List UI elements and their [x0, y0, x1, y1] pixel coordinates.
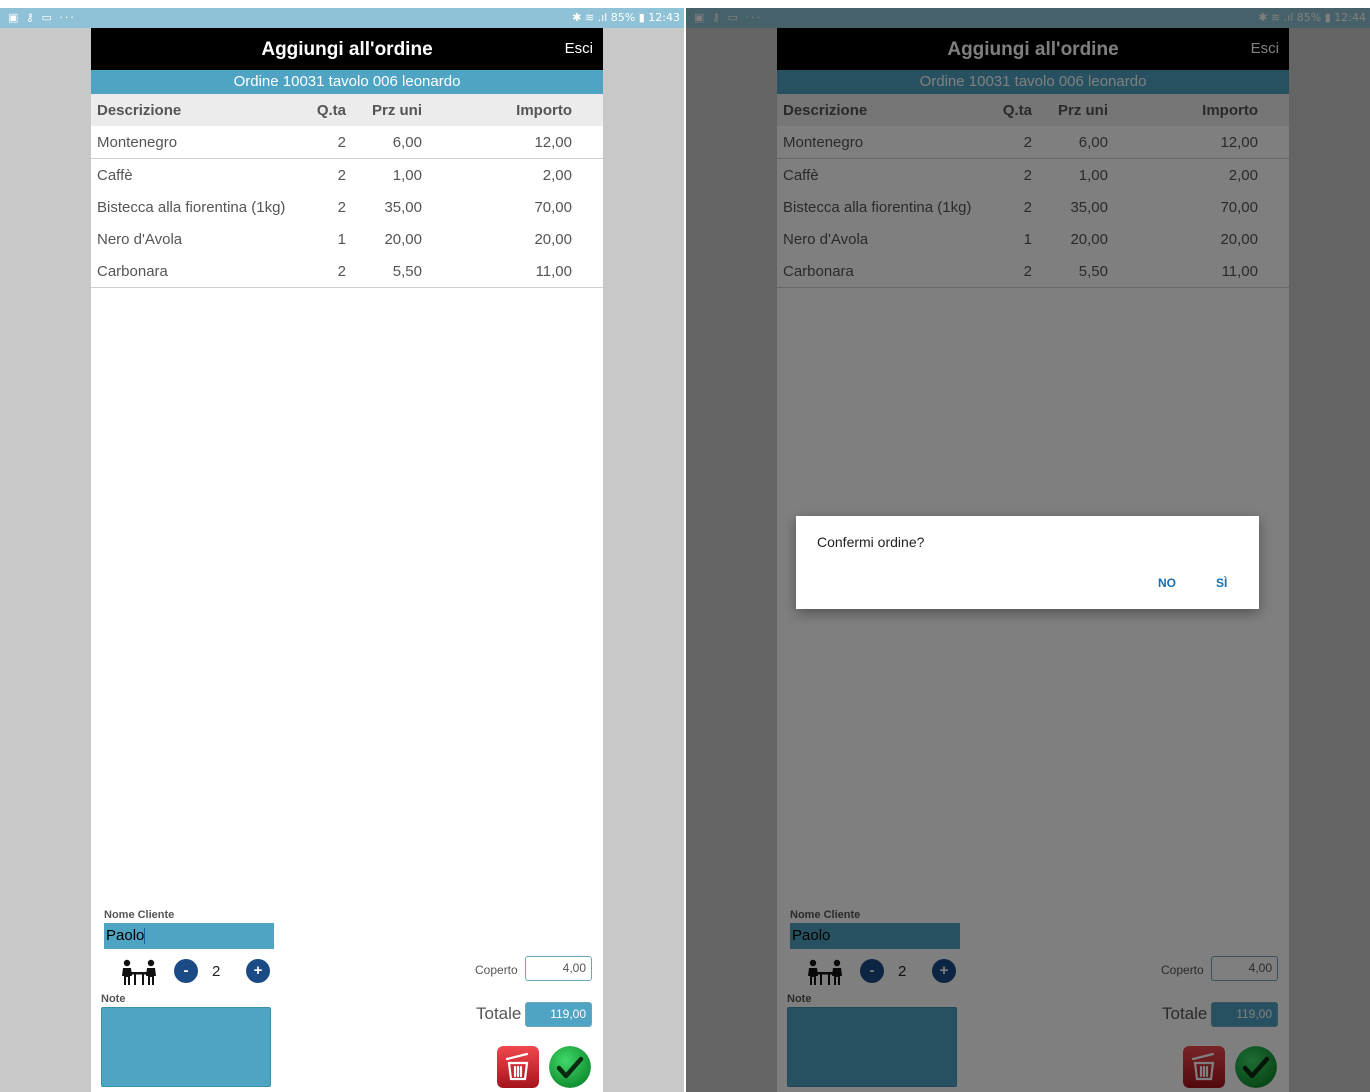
confirm-dialog: Confermi ordine? NO SÌ	[796, 516, 1259, 609]
row-amount: 70,00	[534, 199, 572, 216]
title-bar: Aggiungi all'ordine Esci	[91, 28, 603, 70]
delete-order-button[interactable]	[497, 1046, 539, 1088]
row-amount: 2,00	[542, 167, 572, 184]
table-row[interactable]: Bistecca alla fiorentina (1kg) 2 35,00 7…	[91, 191, 603, 224]
row-description: Nero d'Avola	[97, 231, 183, 248]
row-quantity: 2	[337, 263, 346, 280]
row-unit-price: 5,50	[392, 263, 422, 280]
total-field: 119,00	[525, 1002, 592, 1027]
table-row[interactable]: Nero d'Avola 1 20,00 20,00	[91, 223, 603, 256]
row-amount: 12,00	[534, 134, 572, 151]
screen-order-entry: ▣ ⚷ ▭ ··· ✱ ≋ .ıl 85% ▮ 12:43 Aggiungi a…	[0, 8, 684, 1092]
text-caret	[144, 928, 146, 945]
status-bar: ▣ ⚷ ▭ ··· ✱ ≋ .ıl 85% ▮ 12:43	[0, 8, 684, 28]
note-label: Note	[101, 993, 126, 1005]
diners-at-table-icon	[122, 959, 156, 985]
row-unit-price: 1,00	[392, 167, 422, 184]
status-clock: ✱ ≋ .ıl 85% ▮ 12:43	[572, 11, 680, 24]
total-label: Totale	[476, 1004, 522, 1023]
dialog-no-button[interactable]: NO	[1158, 576, 1176, 590]
col-unit-price: Prz uni	[371, 102, 422, 119]
note-textarea[interactable]	[101, 1007, 271, 1087]
decrease-covers-button[interactable]: -	[174, 959, 198, 983]
row-unit-price: 6,00	[392, 134, 422, 151]
row-description: Montenegro	[97, 134, 178, 151]
row-description: Bistecca alla fiorentina (1kg)	[97, 199, 286, 216]
exit-button[interactable]: Esci	[565, 40, 593, 57]
customer-name-label: Nome Cliente	[104, 909, 175, 921]
dialog-message: Confermi ordine?	[817, 534, 925, 550]
row-quantity: 2	[337, 199, 346, 216]
order-info-bar: Ordine 10031 tavolo 006 leonardo	[91, 70, 603, 94]
table-row[interactable]: Carbonara 2 5,50 11,00	[91, 255, 603, 288]
page-title: Aggiungi all'ordine	[261, 39, 433, 60]
row-description: Caffè	[97, 167, 133, 184]
status-notification-icons: ▣ ⚷ ▭ ···	[8, 11, 76, 24]
cover-charge-input[interactable]: 4,00	[525, 956, 592, 981]
row-unit-price: 20,00	[384, 231, 422, 248]
covers-count: 2	[212, 963, 221, 980]
row-amount: 20,00	[534, 231, 572, 248]
order-panel: Aggiungi all'ordine Esci Ordine 10031 ta…	[91, 28, 603, 1092]
row-amount: 11,00	[535, 263, 572, 280]
screen-confirm-dialog: ▣ ⚷ ▭ ··· ✱ ≋ .ıl 85% ▮ 12:44 Aggiungi a…	[686, 8, 1370, 1092]
row-quantity: 2	[337, 167, 346, 184]
customer-name-value: Paolo	[106, 927, 145, 944]
increase-covers-button[interactable]: +	[246, 959, 270, 983]
col-amount: Importo	[516, 102, 572, 119]
row-description: Carbonara	[97, 263, 168, 280]
row-quantity: 2	[337, 134, 346, 151]
cover-charge-label: Coperto	[475, 963, 518, 977]
confirm-order-button[interactable]	[549, 1046, 591, 1088]
table-row[interactable]: Montenegro 2 6,00 12,00	[91, 126, 603, 159]
row-unit-price: 35,00	[384, 199, 422, 216]
col-quantity: Q.ta	[316, 102, 346, 119]
col-description: Descrizione	[97, 102, 182, 119]
row-quantity: 1	[337, 231, 346, 248]
customer-name-input[interactable]: Paolo	[104, 923, 274, 949]
table-header: Descrizione Q.ta Prz uni Importo	[91, 94, 603, 126]
dialog-yes-button[interactable]: SÌ	[1216, 576, 1227, 590]
table-row[interactable]: Caffè 2 1,00 2,00	[91, 159, 603, 192]
